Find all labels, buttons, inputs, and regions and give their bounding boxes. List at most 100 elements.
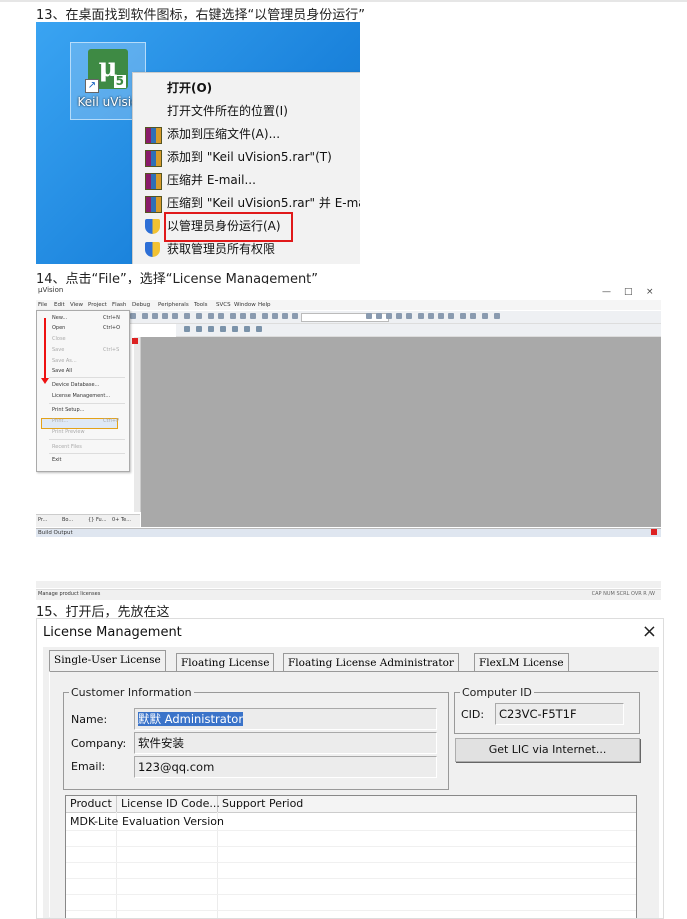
toolbar-button-icon[interactable] [460,313,466,319]
tab-books[interactable]: Bo... [62,517,73,523]
minimize-button[interactable]: — [602,287,611,297]
winrar-icon [145,196,162,213]
file-menu-item[interactable]: License Management... [52,393,110,399]
toolbar-button-icon[interactable] [162,313,168,319]
project-pane-close-icon[interactable] [132,338,138,344]
toolbar-button-icon[interactable] [438,313,444,319]
toolbar-button-icon[interactable] [470,313,476,319]
build-toolbar-icon[interactable] [184,326,190,332]
menu-separator [49,439,125,440]
menu-tools[interactable]: Tools [194,302,208,308]
column-product[interactable]: Product [66,796,117,812]
toolbar-button-icon[interactable] [240,313,246,319]
maximize-button[interactable]: □ [624,287,633,297]
file-menu-item: Recent Files [52,444,82,450]
horizontal-scrollbar[interactable] [36,581,661,588]
menu-file[interactable]: File [38,302,47,308]
column-license-id[interactable]: License ID Code... [117,796,220,812]
editor-area [141,337,661,527]
cid-field[interactable]: C23VC-F5T1F [495,703,624,725]
context-menu-item[interactable]: 压缩并 E-mail... [133,169,360,192]
build-toolbar-icon[interactable] [244,326,250,332]
toolbar-button-icon[interactable] [230,313,236,319]
build-toolbar-icon[interactable] [208,326,214,332]
winrar-icon [145,173,162,190]
toolbar-button-icon[interactable] [366,313,372,319]
context-menu-item-label: 压缩并 E-mail... [167,173,256,187]
tab-floating-license-admin[interactable]: Floating License Administrator [283,653,459,673]
toolbar-button-icon[interactable] [262,313,268,319]
toolbar-button-icon[interactable] [482,313,488,319]
menu-help[interactable]: Help [258,302,271,308]
file-menu-item[interactable]: Print Setup... [52,407,84,413]
name-field[interactable]: 默默 Administrator [134,708,437,730]
toolbar-button-icon[interactable] [272,313,278,319]
build-toolbar-icon[interactable] [196,326,202,332]
toolbar-button-icon[interactable] [386,313,392,319]
file-menu-item[interactable]: Device Database... [52,382,99,388]
toolbar-button-icon[interactable] [184,313,190,319]
menu-window[interactable]: Window [234,302,256,308]
cell-product[interactable]: MDK-Lite [70,815,118,828]
tab-floating-license[interactable]: Floating License [176,653,275,673]
file-menu-item[interactable]: Exit [52,457,61,463]
file-menu-item[interactable]: New... [52,315,67,321]
shortcut-arrow-icon: ↗ [85,79,99,93]
context-menu-item[interactable]: 打开文件所在的位置(I) [133,100,360,123]
close-button[interactable]: × [646,287,654,297]
toolbar-button-icon[interactable] [152,313,158,319]
menu-peripherals[interactable]: Peripherals [158,302,189,308]
file-menu-item[interactable]: Save All [52,368,72,374]
run-as-admin-highlight-box [164,212,293,242]
menu-view[interactable]: View [70,302,83,308]
toolbar-button-icon[interactable] [494,313,500,319]
row-divider [66,894,636,895]
column-support-period[interactable]: Support Period [218,796,635,812]
menu-debug[interactable]: Debug [132,302,150,308]
toolbar-button-icon[interactable] [218,313,224,319]
tab-project[interactable]: Pr... [38,517,47,523]
tab-templates[interactable]: 0+ Te... [112,517,131,523]
uac-shield-icon [145,219,160,234]
toolbar-button-icon[interactable] [208,313,214,319]
build-toolbar-icon[interactable] [256,326,262,332]
build-output-close-icon[interactable] [651,529,657,535]
toolbar-button-icon[interactable] [396,313,402,319]
context-menu-item[interactable]: 添加到压缩文件(A)... [133,123,360,146]
ide-window-title: μVision [38,286,64,294]
tab-functions[interactable]: {} Fu... [88,517,107,523]
toolbar-button-icon[interactable] [418,313,424,319]
toolbar-button-icon[interactable] [250,313,256,319]
toolbar-button-icon[interactable] [172,313,178,319]
toolbar-button-icon[interactable] [292,313,298,319]
tab-flexlm-license[interactable]: FlexLM License [474,653,569,673]
cell-license-id[interactable]: Evaluation Version [122,815,224,828]
toolbar-button-icon[interactable] [130,313,136,319]
menu-separator [49,377,125,378]
menu-flash[interactable]: Flash [112,302,126,308]
context-menu-item-label: 添加到 "Keil uVision5.rar"(T) [167,150,332,164]
toolbar-button-icon[interactable] [406,313,412,319]
get-lic-via-internet-button[interactable]: Get LIC via Internet... [455,738,640,762]
tab-single-user-license[interactable]: Single-User License [49,650,166,673]
menu-edit[interactable]: Edit [54,302,65,308]
toolbar-button-icon[interactable] [282,313,288,319]
build-toolbar-icon[interactable] [232,326,238,332]
toolbar-button-icon[interactable] [428,313,434,319]
build-output-pane [36,537,661,581]
context-menu-item-label: 添加到压缩文件(A)... [167,127,281,141]
context-menu-item[interactable]: 添加到 "Keil uVision5.rar"(T) [133,146,360,169]
build-toolbar-icon[interactable] [220,326,226,332]
context-menu-item[interactable]: 打开(O) [133,77,360,100]
dialog-close-icon[interactable]: × [642,621,657,643]
menu-svcs[interactable]: SVCS [216,302,231,308]
toolbar-button-icon[interactable] [142,313,148,319]
menu-project[interactable]: Project [88,302,107,308]
toolbar-button-icon[interactable] [376,313,382,319]
company-field[interactable]: 软件安装 [134,732,437,754]
toolbar-button-icon[interactable] [196,313,202,319]
toolbar-button-icon[interactable] [448,313,454,319]
logo-version-badge: 5 [113,74,126,88]
email-field[interactable]: 123@qq.com [134,756,437,778]
file-menu-item[interactable]: Open [52,325,65,331]
